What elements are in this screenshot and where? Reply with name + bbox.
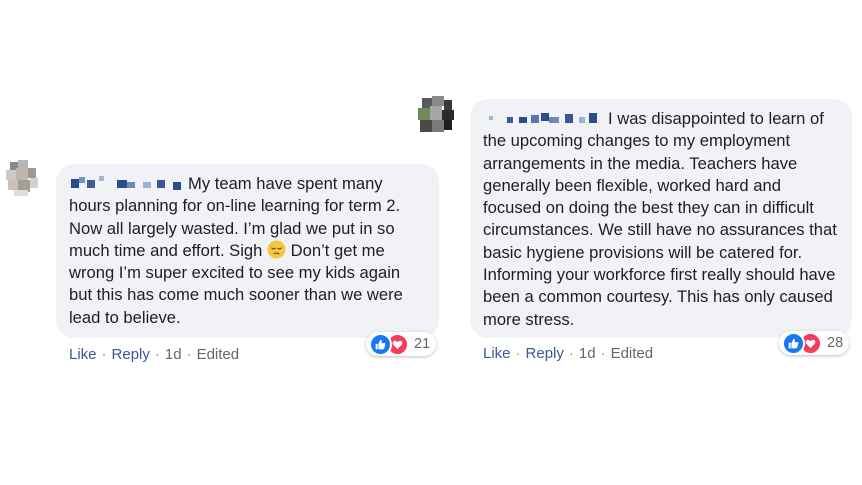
reaction-count: 28 xyxy=(827,335,844,351)
separator: · xyxy=(568,345,574,362)
separator: · xyxy=(154,346,160,363)
separator: · xyxy=(186,346,192,363)
edited-label[interactable]: Edited xyxy=(611,345,654,362)
author-name-blurred[interactable] xyxy=(483,109,605,125)
author-name-blurred[interactable] xyxy=(69,174,185,190)
separator: · xyxy=(600,345,606,362)
edited-label[interactable]: Edited xyxy=(197,346,240,363)
like-link[interactable]: Like xyxy=(483,345,511,362)
comment-actions: Like · Reply · 1d · Edited xyxy=(483,345,653,362)
reply-link[interactable]: Reply xyxy=(526,345,564,362)
timestamp[interactable]: 1d xyxy=(165,346,182,363)
separator: · xyxy=(515,345,521,362)
reply-link[interactable]: Reply xyxy=(112,346,150,363)
avatar-blurred[interactable] xyxy=(2,158,42,198)
reaction-count: 21 xyxy=(414,336,431,352)
reaction-summary[interactable]: 28 xyxy=(779,331,850,355)
reaction-summary[interactable]: 21 xyxy=(366,332,437,356)
comment-bubble: I was disappointed to learn of the upcom… xyxy=(470,99,852,338)
like-reaction-icon xyxy=(782,331,805,355)
separator: · xyxy=(101,346,107,363)
pensive-face-icon xyxy=(267,240,286,259)
like-link[interactable]: Like xyxy=(69,346,97,363)
comment-bubble: My team have spent many hours planning f… xyxy=(56,164,439,338)
comment-text: I was disappointed to learn of the upcom… xyxy=(483,109,837,329)
comment-actions: Like · Reply · 1d · Edited xyxy=(69,346,239,363)
like-reaction-icon xyxy=(369,332,392,356)
avatar-blurred[interactable] xyxy=(416,96,456,136)
timestamp[interactable]: 1d xyxy=(579,345,596,362)
